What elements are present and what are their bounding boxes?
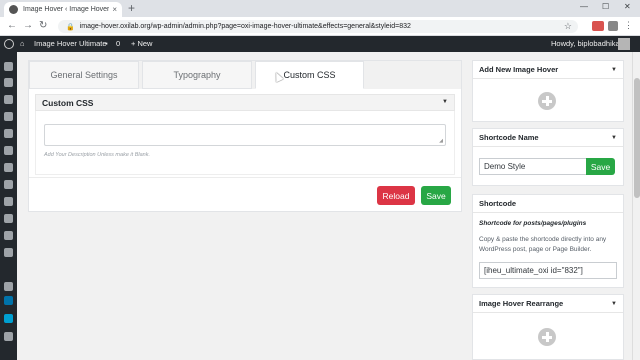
description-hint: Add Your Description Unless make it Blan…: [44, 152, 150, 158]
shortcode-header: Shortcode: [473, 195, 623, 213]
custom-css-textarea[interactable]: ◢: [44, 124, 446, 146]
shortcode-subtitle: Shortcode for posts/pages/plugins: [479, 220, 587, 227]
tools-icon[interactable]: [4, 214, 13, 223]
back-arrow-icon[interactable]: ←: [7, 20, 17, 31]
media-icon[interactable]: [4, 95, 13, 104]
home-icon[interactable]: ⌂: [20, 39, 25, 48]
shortcode-name-input[interactable]: Demo Style: [479, 158, 587, 175]
howdy-user-link[interactable]: Howdy, biplobadhikari: [551, 39, 624, 48]
lock-icon: 🔒: [66, 23, 75, 31]
shortcode-name-header[interactable]: Shortcode Name ▼: [473, 129, 623, 147]
save-button[interactable]: Save: [421, 186, 451, 205]
new-tab-button[interactable]: +: [128, 1, 135, 15]
site-favicon-icon: [9, 5, 18, 14]
resize-handle-icon[interactable]: ◢: [439, 138, 443, 144]
scrollbar-thumb[interactable]: [634, 78, 640, 198]
address-bar[interactable]: 🔒 image-hover.oxilab.org/wp-admin/admin.…: [58, 20, 578, 33]
rearrange-caret-icon[interactable]: ▼: [611, 301, 617, 307]
reload-button[interactable]: Reload: [377, 186, 415, 205]
settings-panel: General Settings Typography Custom CSS C…: [28, 60, 462, 212]
pages-icon[interactable]: [4, 112, 13, 121]
add-new-caret-icon[interactable]: ▼: [611, 67, 617, 73]
oxilab-icon[interactable]: [4, 314, 13, 323]
page-scrollbar[interactable]: [632, 52, 640, 360]
profile-icon[interactable]: [608, 21, 618, 31]
add-new-title: Add New Image Hover: [479, 65, 559, 74]
custom-css-section-header[interactable]: Custom CSS ▼: [35, 94, 455, 111]
rearrange-panel: Image Hover Rearrange ▼: [472, 294, 624, 360]
url-text: image-hover.oxilab.org/wp-admin/admin.ph…: [79, 23, 411, 30]
browser-tab-title: Image Hover ‹ Image Hover Ultim...: [23, 6, 110, 13]
reload-icon[interactable]: ↻: [39, 20, 47, 31]
tab-custom-css[interactable]: Custom CSS: [255, 61, 364, 89]
users-icon[interactable]: [4, 197, 13, 206]
browser-tab-strip: Image Hover ‹ Image Hover Ultim... × + —…: [0, 0, 640, 17]
gear-icon[interactable]: [4, 282, 13, 291]
comments-count[interactable]: 0: [116, 39, 120, 48]
tab-typography[interactable]: Typography: [142, 61, 252, 89]
close-window-button[interactable]: ✕: [624, 2, 631, 11]
shortcode-name-caret-icon[interactable]: ▼: [611, 135, 617, 141]
dashboard-icon[interactable]: [4, 62, 13, 71]
tab-general-settings[interactable]: General Settings: [29, 61, 139, 89]
avatar[interactable]: [618, 38, 630, 50]
admin-sidebar: [0, 52, 17, 360]
plugin-menu-icon[interactable]: [4, 248, 13, 257]
settings-tabs: General Settings Typography Custom CSS: [29, 61, 461, 89]
settings-icon[interactable]: [4, 231, 13, 240]
plugins-icon[interactable]: [4, 180, 13, 189]
add-new-header[interactable]: Add New Image Hover ▼: [473, 61, 623, 79]
section-title: Custom CSS: [42, 97, 94, 108]
rearrange-plus-icon[interactable]: [538, 328, 556, 346]
minimize-button[interactable]: —: [580, 2, 588, 11]
browser-menu-icon[interactable]: ⋮: [624, 20, 633, 31]
browser-toolbar: ← → ↻ 🔒 image-hover.oxilab.org/wp-admin/…: [0, 17, 640, 36]
collapse-menu-icon[interactable]: [4, 332, 13, 341]
collapse-caret-icon[interactable]: ▼: [442, 99, 448, 105]
rearrange-title: Image Hover Rearrange: [479, 299, 564, 308]
shortcode-panel: Shortcode Shortcode for posts/pages/plug…: [472, 194, 624, 288]
forward-arrow-icon[interactable]: →: [23, 20, 33, 31]
appearance-icon[interactable]: [4, 163, 13, 172]
shortcode-title: Shortcode: [479, 199, 517, 208]
comments-icon[interactable]: ▪: [105, 39, 108, 48]
new-content-link[interactable]: + New: [131, 39, 152, 48]
browser-tab[interactable]: Image Hover ‹ Image Hover Ultim... ×: [4, 2, 122, 17]
comments-menu-icon[interactable]: [4, 129, 13, 138]
rearrange-header[interactable]: Image Hover Rearrange ▼: [473, 295, 623, 313]
divider: [29, 177, 461, 178]
shortcode-input[interactable]: [iheu_ultimate_oxi id="832"]: [479, 262, 617, 279]
bookmark-star-icon[interactable]: ☆: [564, 21, 572, 32]
maximize-button[interactable]: ☐: [602, 2, 609, 11]
shortcode-name-save-button[interactable]: Save: [586, 158, 615, 175]
site-name-link[interactable]: Image Hover Ultimate: [34, 39, 107, 48]
image-hover-icon[interactable]: [4, 296, 13, 305]
forms-icon[interactable]: [4, 146, 13, 155]
shortcode-description: Copy & paste the shortcode directly into…: [479, 236, 607, 253]
shortcode-name-title: Shortcode Name: [479, 133, 539, 142]
posts-icon[interactable]: [4, 78, 13, 87]
tab-close-icon[interactable]: ×: [112, 5, 117, 14]
add-new-panel: Add New Image Hover ▼: [472, 60, 624, 122]
shortcode-name-panel: Shortcode Name ▼ Demo Style Save: [472, 128, 624, 186]
extension-icon[interactable]: [592, 21, 604, 31]
add-image-hover-plus-icon[interactable]: [538, 92, 556, 110]
wp-admin-bar: ⌂ Image Hover Ultimate ▪ 0 + New Howdy, …: [0, 36, 640, 52]
wordpress-logo-icon[interactable]: [4, 39, 14, 49]
